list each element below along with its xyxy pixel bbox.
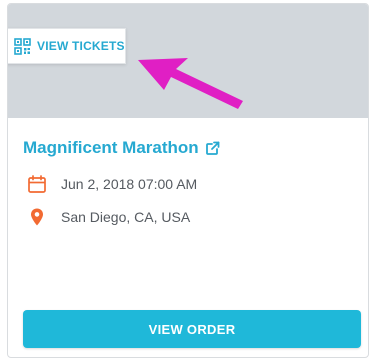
- event-title[interactable]: Magnificent Marathon: [23, 138, 199, 158]
- view-tickets-label: VIEW TICKETS: [37, 39, 125, 53]
- map-pin-icon: [31, 208, 43, 226]
- view-tickets-button[interactable]: VIEW TICKETS: [8, 28, 126, 64]
- event-location: San Diego, CA, USA: [61, 209, 191, 225]
- event-title-link[interactable]: Magnificent Marathon: [23, 138, 220, 158]
- qr-code-icon: [14, 37, 31, 55]
- event-date-row: Jun 2, 2018 07:00 AM: [27, 174, 197, 194]
- event-date-time: Jun 2, 2018 07:00 AM: [61, 176, 198, 192]
- event-location-row: San Diego, CA, USA: [27, 207, 190, 227]
- annotation-arrow-icon: [138, 58, 243, 109]
- view-order-button[interactable]: VIEW ORDER: [23, 310, 361, 348]
- calendar-icon: [28, 175, 46, 193]
- external-link-icon[interactable]: [205, 141, 220, 156]
